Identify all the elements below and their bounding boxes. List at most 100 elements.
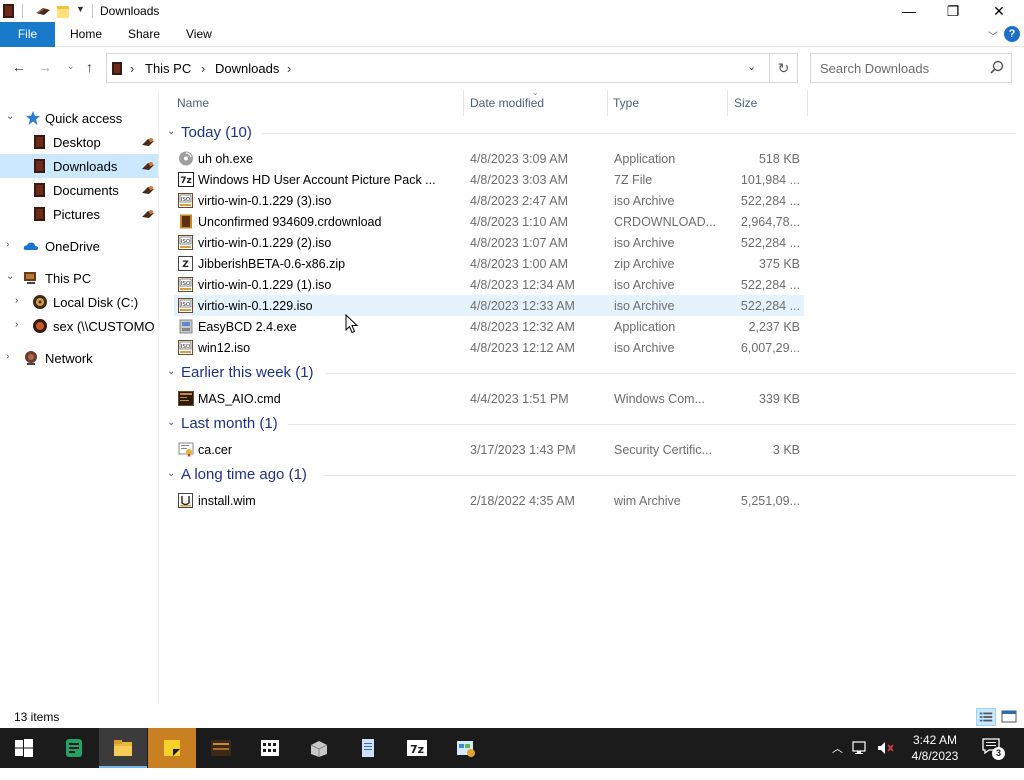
expand-icon[interactable]: › (15, 295, 18, 306)
breadcrumb-this-pc[interactable]: This PC (145, 61, 191, 76)
large-icons-view-icon[interactable] (999, 708, 1019, 726)
show-hidden-icons-icon[interactable]: ︿ (832, 740, 843, 780)
file-row[interactable]: Z JibberishBETA-0.6-x86.zip 4/8/2023 1:0… (174, 253, 804, 274)
file-type: iso Archive (614, 236, 675, 250)
file-row[interactable]: ca.cer 3/17/2023 1:43 PM Security Certif… (174, 439, 804, 460)
taskbar-notepad[interactable] (344, 728, 392, 768)
nav-item-network[interactable]: › Network (0, 346, 158, 370)
details-view-icon[interactable] (976, 708, 996, 726)
file-row[interactable]: EasyBCD 2.4.exe 4/8/2023 12:32 AM Applic… (174, 316, 804, 337)
taskbar-game[interactable] (197, 728, 245, 768)
tab-view[interactable]: View (172, 22, 226, 47)
recent-locations-icon[interactable]: ⌄ (67, 61, 75, 72)
group-header[interactable]: ⌄ Last month (1) (160, 413, 1016, 435)
taskbar-sheets[interactable] (50, 728, 98, 768)
taskbar-installer[interactable] (295, 728, 343, 768)
file-row[interactable]: ISO virtio-win-0.1.229 (3).iso 4/8/2023 … (174, 190, 804, 211)
column-divider[interactable] (463, 90, 464, 116)
group-header[interactable]: ⌄ Earlier this week (1) (160, 362, 1016, 384)
file-row[interactable]: 7z Windows HD User Account Picture Pack … (174, 169, 804, 190)
collapse-group-icon[interactable]: ⌄ (167, 126, 175, 137)
nav-item-local-disk[interactable]: › Local Disk (C:) (0, 290, 158, 314)
column-divider[interactable] (807, 90, 808, 116)
collapse-icon[interactable]: ⌄ (6, 271, 14, 282)
taskbar-file-explorer[interactable] (99, 728, 147, 768)
file-row[interactable]: install.wim 2/18/2022 4:35 AM wim Archiv… (174, 490, 804, 511)
file-row[interactable]: ISO virtio-win-0.1.229 (2).iso 4/8/2023 … (174, 232, 804, 253)
nav-item-this-pc[interactable]: ⌄ This PC (0, 266, 158, 290)
collapse-icon[interactable]: ⌄ (6, 111, 14, 122)
help-button[interactable]: ? (1004, 26, 1020, 42)
iso-icon: ISO (178, 277, 193, 292)
address-dropdown-icon[interactable]: ⌄ (747, 60, 756, 73)
nav-item-documents[interactable]: Documents (0, 178, 158, 202)
nav-item-network-drive[interactable]: › sex (\\CUSTOMO (0, 314, 158, 338)
app-icon[interactable] (2, 3, 16, 19)
nav-item-downloads[interactable]: Downloads (0, 154, 158, 178)
pane-splitter[interactable] (158, 92, 159, 704)
maximize-button[interactable]: ❐ (930, 0, 976, 22)
search-input[interactable]: Search Downloads (810, 53, 1012, 83)
address-bar[interactable]: › This PC › Downloads › ⌄ (106, 53, 770, 83)
sticky-notes-icon (164, 740, 180, 756)
breadcrumb-downloads[interactable]: Downloads (215, 61, 279, 76)
collapse-group-icon[interactable]: ⌄ (167, 366, 175, 377)
nav-item-onedrive[interactable]: › OneDrive (0, 234, 158, 258)
file-type: Application (614, 152, 676, 166)
start-button[interactable] (0, 728, 48, 768)
network-icon (25, 351, 37, 365)
back-button[interactable]: ← (12, 59, 26, 75)
group-header[interactable]: ⌄ Today (10) (160, 122, 1016, 144)
quick-access-dropdown-icon[interactable]: ▼ (76, 4, 85, 14)
taskbar-7zip[interactable]: 7z (393, 728, 441, 768)
nav-item-quick-access[interactable]: ⌄ Quick access (0, 106, 158, 130)
file-row[interactable]: Unconfirmed 934609.crdownload 4/8/2023 1… (174, 211, 804, 232)
7zip-icon: 7z (407, 740, 427, 756)
up-button[interactable]: ↑ (86, 59, 93, 75)
file-date: 4/8/2023 12:33 AM (470, 299, 575, 313)
close-button[interactable]: ✕ (976, 0, 1022, 22)
forward-button[interactable]: → (38, 59, 52, 75)
column-header-date[interactable]: Date modified (470, 96, 544, 110)
iso-icon: ISO (178, 235, 193, 250)
collapse-group-icon[interactable]: ⌄ (167, 417, 175, 428)
pin-icon (142, 186, 154, 194)
expand-ribbon-icon[interactable]: ﹀ (988, 28, 998, 43)
breadcrumb-chevron-icon[interactable]: › (201, 61, 205, 76)
tab-file[interactable]: File (0, 22, 55, 47)
column-divider[interactable] (607, 90, 608, 116)
expand-icon[interactable]: › (6, 239, 9, 250)
taskbar-calculator[interactable] (246, 728, 294, 768)
file-row[interactable]: uh oh.exe 4/8/2023 3:09 AM Application 5… (174, 148, 804, 169)
nav-item-desktop[interactable]: Desktop (0, 130, 158, 154)
taskbar-sticky-notes[interactable] (148, 728, 196, 768)
network-status-icon[interactable] (852, 740, 870, 756)
file-row[interactable]: ISO virtio-win-0.1.229 (1).iso 4/8/2023 … (174, 274, 804, 295)
expand-icon[interactable]: › (6, 351, 9, 362)
group-header[interactable]: ⌄ A long time ago (1) (160, 464, 1016, 486)
tab-share[interactable]: Share (114, 22, 174, 47)
column-header-type[interactable]: Type (613, 96, 639, 110)
breadcrumb-chevron-icon[interactable]: › (130, 61, 134, 76)
action-center-button[interactable]: 3 (980, 736, 1005, 760)
tab-home[interactable]: Home (56, 22, 116, 47)
refresh-button[interactable]: ↻ (770, 53, 798, 83)
file-row[interactable]: ISO virtio-win-0.1.229.iso 4/8/2023 12:3… (174, 295, 804, 316)
column-header-size[interactable]: Size (734, 96, 757, 110)
file-row[interactable]: ISO win12.iso 4/8/2023 12:12 AM iso Arch… (174, 337, 804, 358)
collapse-group-icon[interactable]: ⌄ (167, 468, 175, 479)
file-name: EasyBCD 2.4.exe (198, 320, 297, 334)
expand-icon[interactable]: › (15, 319, 18, 330)
taskbar-control-panel[interactable] (442, 728, 490, 768)
clock[interactable]: 3:42 AM 4/8/2023 (900, 732, 970, 764)
volume-muted-icon[interactable] (876, 740, 896, 756)
new-folder-icon[interactable] (56, 3, 70, 19)
properties-icon[interactable] (34, 3, 52, 19)
column-divider[interactable] (727, 90, 728, 116)
search-icon[interactable] (989, 60, 1005, 76)
breadcrumb-chevron-icon[interactable]: › (287, 61, 291, 76)
column-header-name[interactable]: Name (177, 96, 209, 110)
file-row[interactable]: MAS_AIO.cmd 4/4/2023 1:51 PM Windows Com… (174, 388, 804, 409)
nav-item-pictures[interactable]: Pictures (0, 202, 158, 226)
minimize-button[interactable]: — (886, 0, 932, 22)
